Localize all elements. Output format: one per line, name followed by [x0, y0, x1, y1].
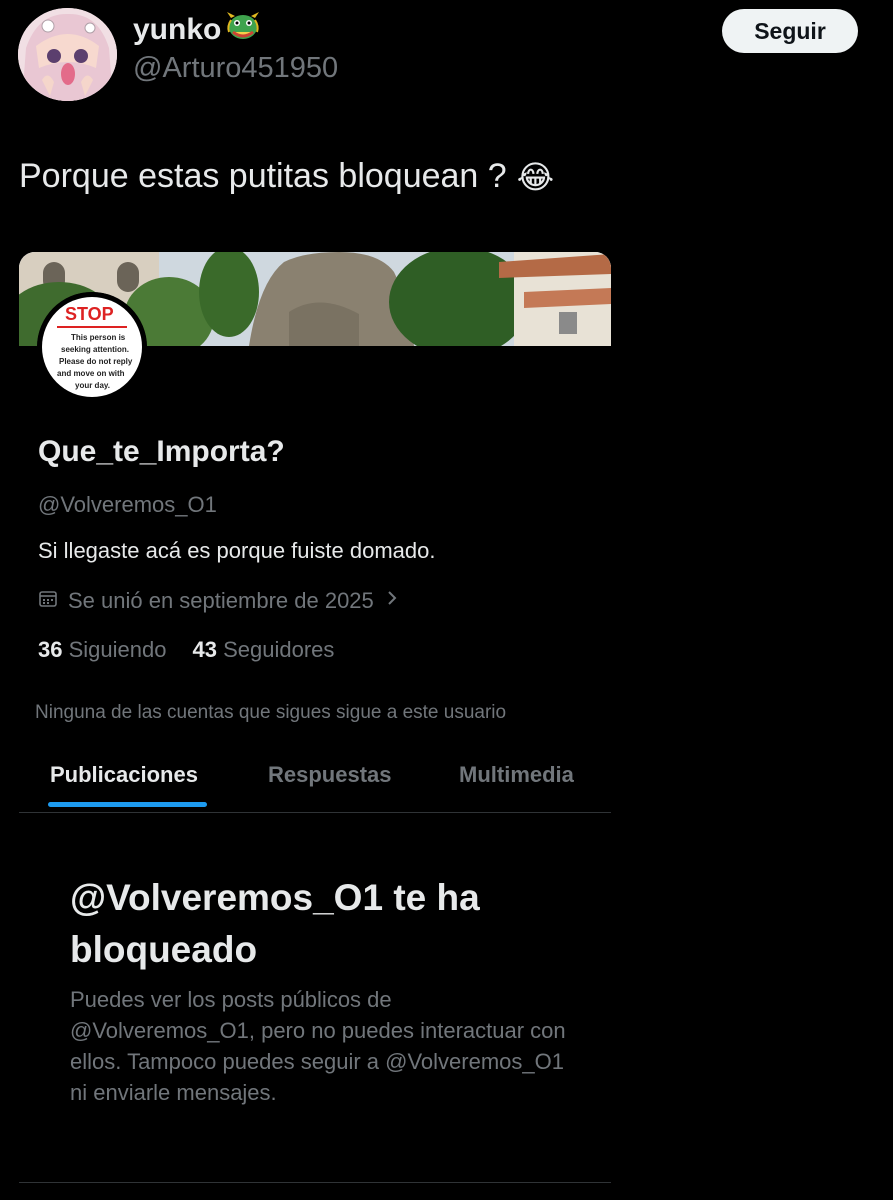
tweet-text-content: Porque estas putitas bloquean ? — [19, 157, 507, 195]
blocked-title: @Volveremos_O1 te ha bloqueado — [70, 877, 480, 970]
profile-avatar[interactable]: STOP This person is seeking attention. P… — [37, 292, 147, 402]
tears-of-joy-emoji: 😂 — [516, 158, 555, 195]
author-handle[interactable]: @Arturo451950 — [133, 52, 338, 85]
author-avatar[interactable] — [18, 8, 117, 101]
tab-publicaciones[interactable]: Publicaciones — [50, 762, 198, 788]
embedded-profile-screenshot[interactable]: STOP This person is seeking attention. P… — [19, 252, 611, 1200]
joined-text: Se unió en septiembre de 2025 — [68, 588, 374, 613]
profile-bio: Si llegaste acá es porque fuiste domado. — [38, 538, 436, 563]
author-name-text: yunko — [133, 13, 222, 46]
following-stat[interactable]: 36 Siguiendo — [38, 637, 166, 663]
author-display-name[interactable]: yunko — [133, 10, 261, 50]
tweet-header: yunko @Arturo451950 Seguir — [0, 0, 893, 110]
profile-handle: @Volveremos_O1 — [38, 492, 217, 517]
divider — [19, 1182, 611, 1183]
followers-stat[interactable]: 43 Seguidores — [192, 637, 334, 663]
following-label: Siguiendo — [68, 637, 167, 662]
stop-sign-text: STOP — [65, 304, 114, 324]
profile-stats: 36 Siguiendo 43 Seguidores — [38, 637, 334, 663]
calendar-icon — [38, 588, 58, 614]
followers-count: 43 — [192, 637, 217, 662]
following-count: 36 — [38, 637, 63, 662]
tab-multimedia[interactable]: Multimedia — [459, 762, 574, 788]
dragon-icon — [225, 10, 261, 50]
followers-label: Seguidores — [223, 637, 335, 662]
mutuals-note: Ninguna de las cuentas que sigues sigue … — [35, 702, 507, 723]
active-tab-indicator — [48, 802, 207, 807]
profile-display-name: Que_te_Importa? — [38, 435, 285, 468]
tab-respuestas[interactable]: Respuestas — [268, 762, 392, 788]
blocked-description: Puedes ver los posts públicos de @Volver… — [70, 987, 566, 1105]
profile-joined[interactable]: Se unió en septiembre de 2025 — [38, 588, 400, 614]
profile-tabs: Publicaciones Respuestas Multimedia — [19, 748, 611, 813]
tweet-text: Porque estas putitas bloquean ? 😂 — [19, 157, 554, 196]
follow-button[interactable]: Seguir — [722, 9, 858, 53]
chevron-right-icon — [384, 588, 400, 614]
